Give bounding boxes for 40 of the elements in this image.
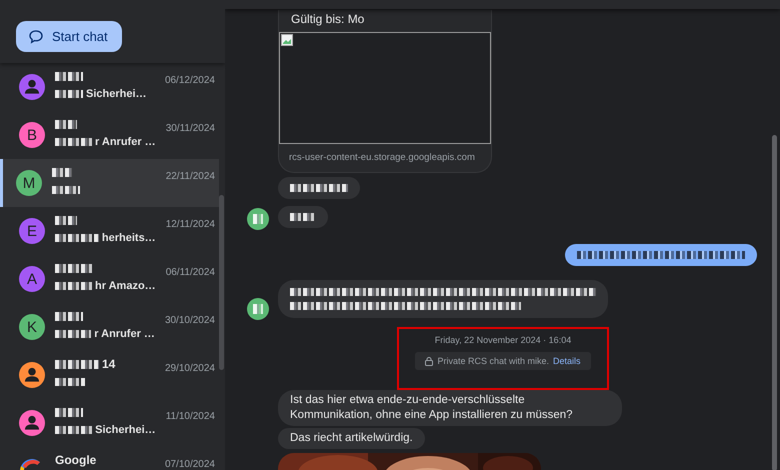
conversation-item[interactable]: 14 29/10/2024 (0, 351, 219, 399)
conversation-item[interactable]: K r Anrufer … 30/10/2024 (0, 303, 219, 351)
message-preview: r Anrufer … (94, 328, 155, 340)
contact-avatar: A (19, 266, 45, 292)
details-link[interactable]: Details (553, 356, 581, 366)
conversation-date: 06/12/2024 (164, 75, 216, 86)
conversation-name: Google (55, 453, 96, 467)
conversation-item[interactable]: M 22/11/2024 (0, 159, 219, 207)
conversation-date: 07/10/2024 (164, 459, 216, 470)
conversation-date: 30/10/2024 (164, 315, 216, 326)
message-bubble: Das riecht artikelwürdig. (278, 428, 425, 449)
contact-avatar: E (19, 218, 45, 244)
message-preview: hr Amazo… (94, 280, 156, 292)
conversation-name: 14 (102, 357, 116, 371)
conversation-date: 11/10/2024 (166, 411, 216, 422)
conversation-date: 22/11/2024 (166, 171, 216, 182)
message-preview: Sicherhei… (86, 88, 147, 100)
conversation-item[interactable]: Sicherhei… 06/12/2024 (0, 63, 219, 111)
link-url[interactable]: rcs-user-content-eu.storage.googleapis.com (279, 144, 491, 172)
attachment-card[interactable]: Gültig bis: Mo rcs-user-content-eu.storage.googleapis.com (278, 10, 492, 173)
message-bubble: Ist das hier etwa ende-zu-ende-verschlüsselte Kommunikation, ohne eine App installieren zu müssen? (278, 390, 622, 426)
conversation-item[interactable]: A hr Amazo… 06/11/2024 (0, 255, 219, 303)
message-preview: Sicherhei… (95, 424, 156, 436)
start-chat-button[interactable]: Start chat (16, 21, 122, 52)
contact-avatar: M (16, 170, 42, 196)
conversation-item[interactable]: B r Anrufer … 30/11/2024 (0, 111, 219, 159)
contact-avatar: K (19, 314, 45, 340)
conversation-date: 12/11/2024 (166, 219, 216, 230)
encryption-notice: Private RCS chat with mike. (437, 356, 550, 366)
message-preview: herheits… (102, 232, 156, 244)
conversation-date: 29/10/2024 (164, 363, 216, 374)
conversation-item[interactable]: Google 07/10/2024 (0, 447, 219, 470)
conversation-date: 06/11/2024 (166, 267, 216, 278)
conversation-item[interactable]: E herheits… 12/11/2024 (0, 207, 219, 255)
date-separator: Friday, 22 November 2024 · 16:04 (434, 335, 572, 345)
contact-avatar: B (19, 122, 45, 148)
conversation-item[interactable]: Sicherhei… 11/10/2024 (0, 399, 219, 447)
conversation-date: 30/11/2024 (166, 123, 216, 134)
expiry-text: Gültig bis: Mo (290, 11, 366, 28)
message-preview: r Anrufer … (94, 136, 156, 148)
